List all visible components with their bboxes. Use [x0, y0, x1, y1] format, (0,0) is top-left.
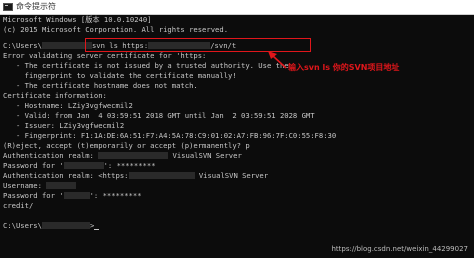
terminal-line: Certificate information:: [3, 91, 107, 101]
terminal-line: Username:: [3, 181, 77, 191]
terminal-text: - The certificate hostname does not matc…: [3, 81, 198, 90]
terminal-line: Password for ' ': *********: [3, 191, 142, 201]
redacted-block: [46, 182, 77, 189]
terminal-text: credit/: [3, 201, 34, 210]
terminal-text: (c) 2015 Microsoft Corporation. All righ…: [3, 25, 229, 34]
terminal-line: Authentication realm: VisualSVN Server: [3, 151, 242, 161]
terminal-line: - Hostname: LZiy3vgfwecmil2: [3, 101, 133, 111]
terminal-line: (c) 2015 Microsoft Corporation. All righ…: [3, 25, 228, 35]
redacted-block: [41, 222, 90, 229]
terminal-line: fingerprint to validate the certificate …: [3, 71, 237, 81]
terminal-text: VisualSVN Server: [172, 151, 242, 160]
terminal-text: ': *********: [89, 191, 142, 200]
redacted-block: [63, 192, 90, 199]
terminal-line: (R)eject, accept (t)emporarily or accept…: [3, 141, 250, 151]
terminal-text: - Valid: from Jan 4 03:59:51 2018 GMT un…: [3, 111, 315, 120]
redacted-block: [128, 172, 195, 179]
terminal-text: ': *********: [103, 161, 156, 170]
terminal-line: - The certificate hostname does not matc…: [3, 81, 198, 91]
terminal-text: Password for ': [3, 191, 64, 200]
terminal-text: Authentication realm:: [3, 151, 99, 160]
terminal-line: Microsoft Windows [版本 10.0.10240]: [3, 15, 152, 25]
prompt-text: C:\Users\: [3, 221, 42, 230]
terminal-text: - Issuer: LZiy3vgfwecmil2: [3, 121, 125, 130]
terminal-line: Password for ' ': *********: [3, 161, 156, 171]
text-cursor: [94, 228, 100, 230]
command-highlight-box: [85, 38, 311, 52]
terminal-text: VisualSVN Server: [198, 171, 269, 180]
terminal-line: - Issuer: LZiy3vgfwecmil2: [3, 121, 124, 131]
terminal-line: - The certificate is not issued by a tru…: [3, 61, 289, 71]
terminal-line: Authentication realm: <https: VisualSVN …: [3, 171, 268, 181]
window-title: 命令提示符: [16, 2, 56, 11]
terminal-text: Username:: [3, 181, 47, 190]
terminal-text: (R)eject, accept (t)emporarily or accept…: [3, 141, 250, 150]
redacted-block: [63, 162, 104, 169]
terminal-text: - The certificate is not issued by a tru…: [3, 61, 289, 70]
annotation-label: 输入svn ls 你的SVN项目地址: [288, 63, 400, 72]
watermark: https://blog.csdn.net/weixin_44299027: [331, 245, 468, 253]
terminal-text: Authentication realm: <https:: [3, 171, 129, 180]
terminal-line: credit/: [3, 201, 33, 211]
terminal-text: Password for ': [3, 161, 64, 170]
terminal-line: - Fingerprint: F1:1A:DE:6A:51:F7:A4:5A:7…: [3, 131, 336, 141]
terminal-line: Error validating server certificate for …: [3, 51, 206, 61]
command-prompt-window: 命令提示符 Microsoft Windows [版本 10.0.10240] …: [0, 0, 474, 258]
terminal-text: fingerprint to validate the certificate …: [3, 71, 237, 80]
terminal-text: - Hostname: LZiy3vgfwecmil2: [3, 101, 133, 110]
redacted-block: [98, 152, 169, 159]
terminal-prompt-line: C:\Users\ >: [3, 221, 100, 231]
title-bar[interactable]: 命令提示符: [0, 0, 474, 15]
terminal-text: Error validating server certificate for …: [3, 51, 207, 60]
terminal-text: Microsoft Windows [版本 10.0.10240]: [3, 15, 152, 24]
terminal-line: - Valid: from Jan 4 03:59:51 2018 GMT un…: [3, 111, 315, 121]
console-icon: [3, 3, 13, 11]
terminal-text: Certificate information:: [3, 91, 107, 100]
terminal-text: C:\Users\: [3, 41, 42, 50]
terminal-text: - Fingerprint: F1:1A:DE:6A:51:F7:A4:5A:7…: [3, 131, 337, 140]
